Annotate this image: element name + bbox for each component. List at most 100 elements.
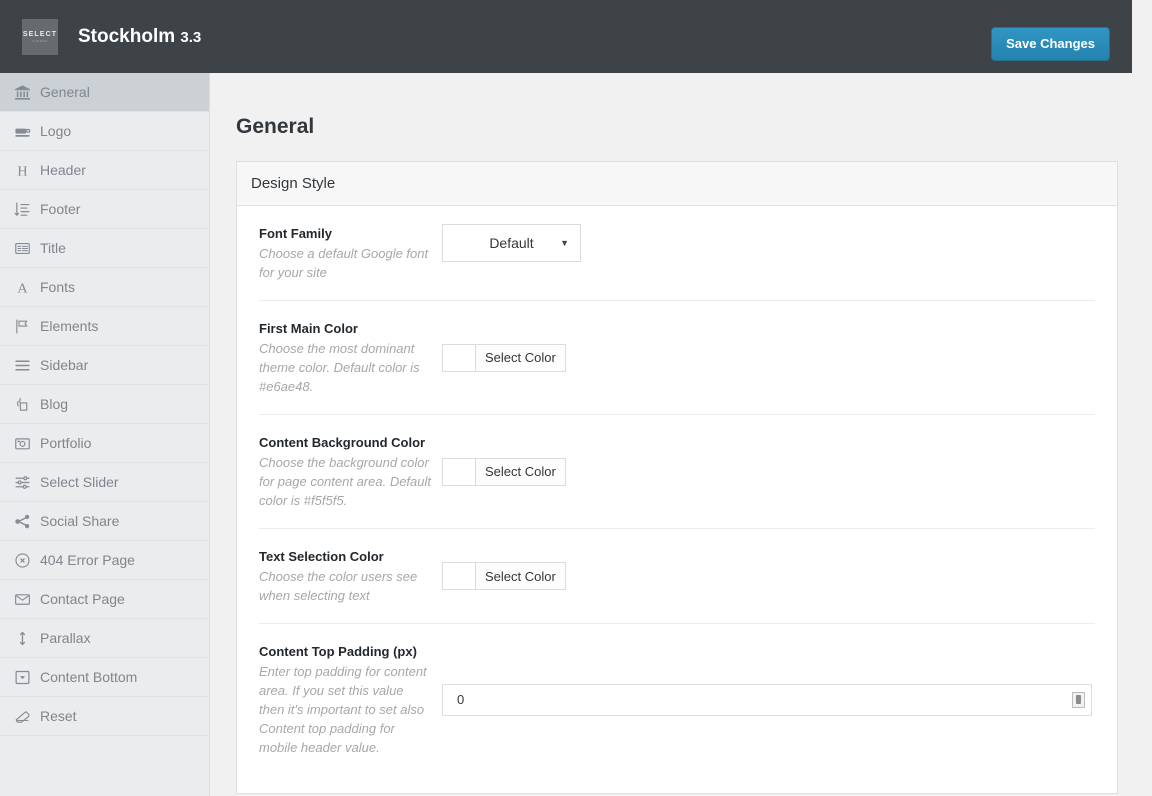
sidebar-item-footer[interactable]: Footer (0, 190, 209, 229)
sidebar-item-header[interactable]: H Header (0, 151, 209, 190)
field-row: Content Background Color Choose the backg… (259, 415, 1095, 529)
font-family-select[interactable]: Default ▼ (442, 224, 581, 262)
color-swatch[interactable] (443, 458, 476, 485)
sliders-icon (14, 471, 40, 493)
field-description: Enter top padding for content area. If y… (259, 664, 427, 755)
sidebar-item-label: Select Slider (40, 473, 119, 490)
chevron-down-icon: ▼ (560, 238, 569, 248)
menu-lines-icon (14, 354, 40, 376)
select-color-label: Select Color (485, 464, 556, 479)
sidebar-item-label: Blog (40, 395, 69, 412)
sidebar-item-reset[interactable]: Reset (0, 697, 209, 736)
sidebar-filler (0, 736, 209, 786)
color-swatch[interactable] (443, 563, 476, 589)
sidebar-item-content-bottom[interactable]: Content Bottom (0, 658, 209, 697)
theme-name-label: Stockholm (78, 25, 176, 47)
sidebar-item-social-share[interactable]: Social Share (0, 502, 209, 541)
sidebar-item-label: Header (40, 161, 86, 178)
sidebar-item-logo[interactable]: Logo (0, 112, 209, 151)
copy-pages-icon (14, 393, 40, 415)
sidebar-item-contact-page[interactable]: Contact Page (0, 580, 209, 619)
sidebar-item-label: Reset (40, 707, 77, 724)
panel-body: Font Family Choose a default Google font … (237, 206, 1117, 775)
sidebar-item-label: 404 Error Page (40, 551, 135, 568)
field-description: Choose a default Google font for your si… (259, 246, 429, 280)
top-header-bar: SELECT THEMES Stockholm 3.3 Save Changes (0, 0, 1132, 73)
field-row: Font Family Choose a default Google font … (259, 206, 1095, 301)
content-top-padding-input-wrap (442, 683, 1092, 716)
main-content: General Design Style Font Family Choose a… (211, 73, 1132, 796)
sidebar-item-blog[interactable]: Blog (0, 385, 209, 424)
sidebar-item-label: Elements (40, 317, 99, 334)
svg-text:H: H (17, 163, 27, 179)
field-description: Choose the background color for page con… (259, 455, 432, 508)
sidebar-item-sidebar[interactable]: Sidebar (0, 346, 209, 385)
svg-text:A: A (17, 280, 28, 296)
sidebar-item-label: Sidebar (40, 356, 89, 373)
sidebar-item-label: Social Share (40, 512, 120, 529)
field-control: Select Color (442, 433, 1095, 510)
sidebar-item-select-slider[interactable]: Select Slider (0, 463, 209, 502)
brand: SELECT THEMES Stockholm 3.3 (22, 18, 201, 55)
sidebar-item-elements[interactable]: Elements (0, 307, 209, 346)
sidebar-item-label: Title (40, 239, 66, 256)
select-color-button[interactable]: Select Color (442, 562, 566, 590)
field-control: Select Color (442, 319, 1095, 396)
field-row: Content Top Padding (px) Enter top paddin… (259, 624, 1095, 775)
sidebar-item-404-error-page[interactable]: 404 Error Page (0, 541, 209, 580)
design-style-panel: Design Style Font Family Choose a default… (236, 161, 1118, 794)
field-control (442, 642, 1095, 757)
select-color-button[interactable]: Select Color (442, 343, 566, 372)
theme-name: Stockholm 3.3 (78, 26, 201, 48)
heading-h-icon: H (14, 159, 40, 181)
sidebar-item-title[interactable]: Title (0, 229, 209, 268)
field-control: Default ▼ (442, 224, 1095, 282)
select-value: Default (489, 235, 534, 251)
sidebar-item-label: Portfolio (40, 434, 92, 451)
sidebar-item-label: Contact Page (40, 590, 125, 607)
field-label: Text Selection Color Choose the color use… (259, 547, 442, 605)
sidebar-item-portfolio[interactable]: Portfolio (0, 424, 209, 463)
field-title: Text Selection Color (259, 549, 384, 564)
content-top-padding-input[interactable] (442, 683, 1092, 716)
sidebar-item-parallax[interactable]: Parallax (0, 619, 209, 658)
input-picker-icon[interactable] (1072, 691, 1085, 708)
select-color-label: Select Color (485, 350, 556, 365)
page-title: General (236, 115, 315, 138)
sidebar-item-label: General (40, 83, 90, 100)
panel-footer-space (237, 775, 1117, 793)
sidebar-item-label: Fonts (40, 278, 76, 295)
select-color-button[interactable]: Select Color (442, 457, 566, 486)
logo-text: SELECT (22, 30, 58, 38)
field-label: First Main Color Choose the most dominant… (259, 319, 442, 396)
theme-version: 3.3 (180, 28, 202, 46)
error-circle-icon (14, 549, 40, 571)
field-title: Font Family (259, 226, 332, 241)
save-changes-button[interactable]: Save Changes (991, 27, 1110, 61)
sidebar-item-fonts[interactable]: A Fonts (0, 268, 209, 307)
field-description: Choose the color users see when selectin… (259, 569, 418, 603)
share-nodes-icon (14, 510, 40, 532)
sidebar-item-label: Parallax (40, 629, 91, 646)
field-label: Content Top Padding (px) Enter top paddin… (259, 642, 442, 757)
flag-icon (14, 315, 40, 337)
select-themes-logo-icon: SELECT THEMES (22, 18, 58, 55)
bank-icon (14, 81, 40, 103)
sidebar-item-label: Logo (40, 122, 72, 139)
field-label: Font Family Choose a default Google font … (259, 224, 442, 282)
eraser-icon (14, 705, 40, 727)
panel-heading: Design Style (237, 162, 1117, 206)
field-row: Text Selection Color Choose the color use… (259, 529, 1095, 624)
select-color-label: Select Color (485, 568, 556, 584)
settings-sidebar: General Logo H Header Footer Title A Fonts Eleme… (0, 73, 210, 796)
field-label: Content Background Color Choose the backg… (259, 433, 442, 510)
sidebar-item-general[interactable]: General (0, 73, 209, 112)
field-title: First Main Color (259, 321, 358, 336)
logo-subtext: THEMES (31, 38, 49, 43)
field-row: First Main Color Choose the most dominant… (259, 301, 1095, 415)
envelope-icon (14, 588, 40, 610)
arrows-vertical-icon (14, 627, 40, 649)
box-caret-down-icon (14, 666, 40, 688)
sort-list-icon (14, 198, 40, 220)
color-swatch[interactable] (443, 344, 476, 371)
